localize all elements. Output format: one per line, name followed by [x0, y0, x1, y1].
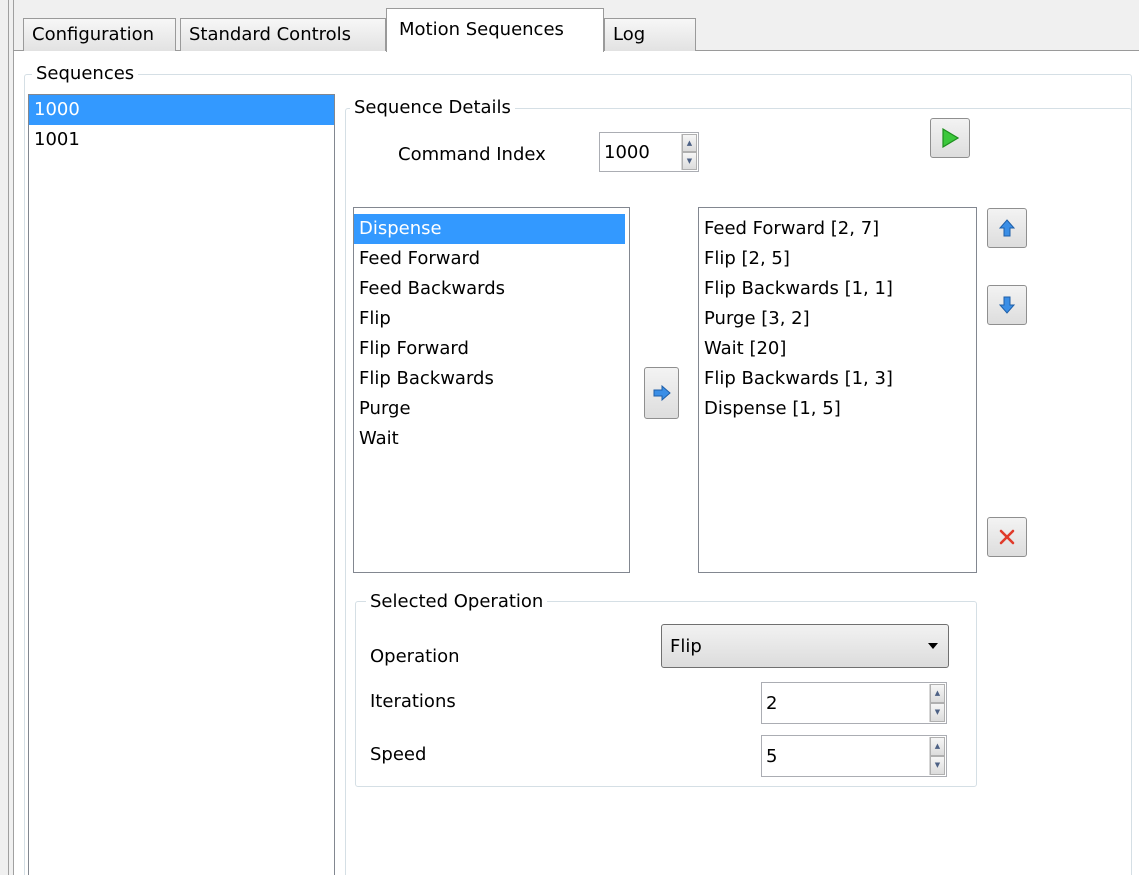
spin-down-icon[interactable]: ▼	[682, 152, 697, 170]
sequence-steps-list[interactable]: Feed Forward [2, 7] Flip [2, 5] Flip Bac…	[698, 207, 977, 573]
arrow-right-icon	[653, 385, 671, 401]
list-item[interactable]: 1001	[29, 125, 334, 155]
command-index-spinner: ▲ ▼	[681, 134, 697, 170]
iterations-value: 2	[766, 692, 778, 714]
selected-operation-title: Selected Operation	[366, 592, 548, 612]
operation-label: Operation	[370, 646, 460, 667]
list-item[interactable]: Flip	[354, 304, 629, 334]
list-item[interactable]: Flip Backwards [1, 3]	[699, 364, 976, 394]
speed-label: Speed	[370, 744, 427, 765]
operation-dropdown[interactable]: Flip	[661, 624, 949, 668]
move-up-button[interactable]	[987, 208, 1027, 248]
spin-up-icon[interactable]: ▲	[930, 684, 945, 703]
sequences-list[interactable]: 1000 1001	[28, 94, 335, 875]
spin-down-icon[interactable]: ▼	[930, 756, 945, 775]
sequences-group-title: Sequences	[32, 64, 139, 84]
run-sequence-button[interactable]	[930, 118, 970, 158]
command-index-value: 1000	[604, 141, 650, 163]
speed-spinbox[interactable]: 5 ▲ ▼	[761, 735, 947, 777]
tab-log[interactable]: Log	[604, 18, 696, 51]
list-item[interactable]: 1000	[29, 95, 334, 125]
list-item[interactable]: Feed Forward [2, 7]	[699, 214, 976, 244]
command-index-spinbox[interactable]: 1000 ▲ ▼	[599, 132, 699, 172]
delete-icon	[999, 529, 1015, 545]
list-item[interactable]: Wait	[354, 424, 629, 454]
window-border	[8, 0, 9, 875]
add-step-button[interactable]	[644, 367, 679, 419]
list-item[interactable]: Wait [20]	[699, 334, 976, 364]
chevron-down-icon	[928, 643, 938, 649]
tab-motion-sequences[interactable]: Motion Sequences	[386, 8, 604, 52]
iterations-spinner: ▲ ▼	[929, 684, 945, 722]
speed-spinner: ▲ ▼	[929, 737, 945, 775]
delete-step-button[interactable]	[987, 517, 1027, 557]
play-icon	[942, 128, 959, 148]
list-item[interactable]: Flip Backwards	[354, 364, 629, 394]
command-index-label: Command Index	[398, 144, 546, 165]
iterations-label: Iterations	[370, 691, 456, 712]
tab-standard-controls[interactable]: Standard Controls	[180, 18, 386, 51]
move-down-button[interactable]	[987, 285, 1027, 325]
iterations-spinbox[interactable]: 2 ▲ ▼	[761, 682, 947, 724]
list-item[interactable]: Flip Forward	[354, 334, 629, 364]
list-item[interactable]: Feed Backwards	[354, 274, 629, 304]
list-item[interactable]: Flip Backwards [1, 1]	[699, 274, 976, 304]
operations-list[interactable]: Dispense Feed Forward Feed Backwards Fli…	[353, 207, 630, 573]
list-item[interactable]: Purge [3, 2]	[699, 304, 976, 334]
list-item[interactable]: Purge	[354, 394, 629, 424]
arrow-up-icon	[999, 219, 1015, 237]
spin-down-icon[interactable]: ▼	[930, 703, 945, 722]
spin-up-icon[interactable]: ▲	[682, 134, 697, 152]
sequence-details-title: Sequence Details	[350, 98, 515, 118]
speed-value: 5	[766, 745, 778, 767]
operation-value: Flip	[670, 635, 702, 657]
tab-configuration[interactable]: Configuration	[23, 18, 176, 51]
list-item[interactable]: Flip [2, 5]	[699, 244, 976, 274]
list-item[interactable]: Dispense	[354, 214, 625, 244]
list-item[interactable]: Dispense [1, 5]	[699, 394, 976, 424]
spin-up-icon[interactable]: ▲	[930, 737, 945, 756]
arrow-down-icon	[999, 296, 1015, 314]
list-item[interactable]: Feed Forward	[354, 244, 629, 274]
